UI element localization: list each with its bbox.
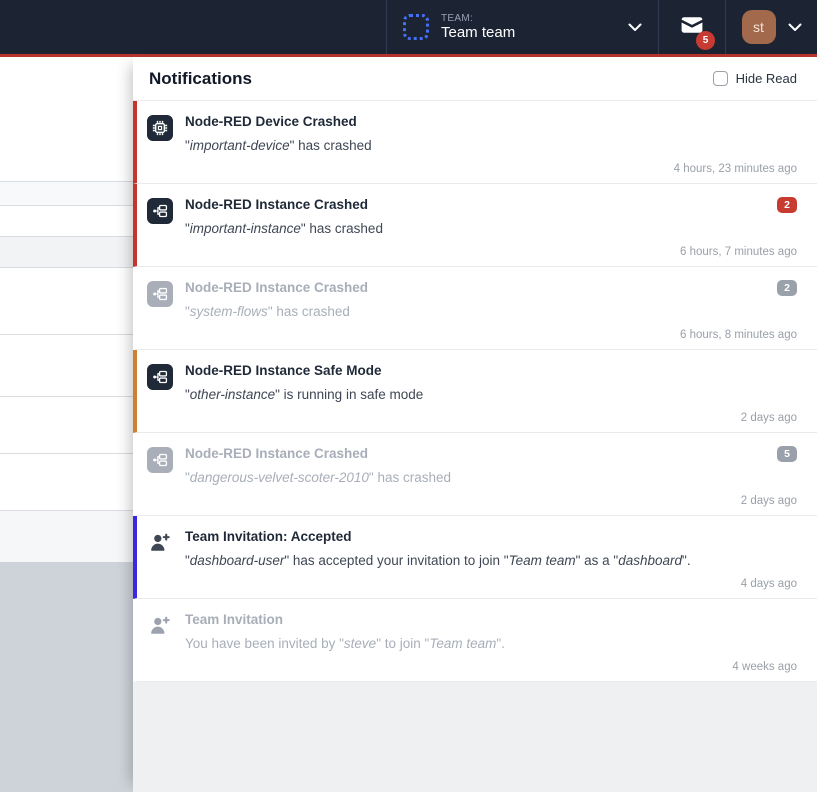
notification-timestamp: 2 days ago [741,495,797,507]
notification-title: Team Invitation [185,611,505,629]
instance-icon [147,447,173,473]
notification-content: Node-RED Device Crashed "important-device… [185,113,372,175]
user-add-icon [147,530,173,556]
notification-title: Node-RED Device Crashed [185,113,372,131]
notification-title: Node-RED Instance Crashed [185,196,383,214]
notification-item[interactable]: Node-RED Instance Crashed "system-flows" … [133,267,817,350]
notification-content: Node-RED Instance Safe Mode "other-instan… [185,362,423,424]
device-icon [147,115,173,141]
notifications-button[interactable]: 5 [658,0,725,54]
notification-timestamp: 4 weeks ago [732,661,797,673]
avatar: st [742,10,776,44]
notification-timestamp: 6 hours, 7 minutes ago [680,246,797,258]
notification-content: Node-RED Instance Crashed "system-flows" … [185,279,368,341]
chevron-down-icon [788,23,802,32]
notification-title: Node-RED Instance Safe Mode [185,362,423,380]
team-selector-text: TEAM: Team team [441,13,515,42]
notification-item[interactable]: Node-RED Instance Crashed "dangerous-velv… [133,433,817,516]
notification-content: Node-RED Instance Crashed "important-inst… [185,196,383,258]
notification-body: "dangerous-velvet-scoter-2010" has crash… [185,469,451,487]
team-label: TEAM: [441,13,515,25]
instance-icon [147,198,173,224]
team-icon [403,14,429,40]
navbar-spacer [0,0,386,54]
instance-icon [147,281,173,307]
panel-title: Notifications [149,69,252,89]
user-menu[interactable]: st [725,0,817,54]
notification-item[interactable]: Team Invitation: Accepted "dashboard-user… [133,516,817,599]
notification-item[interactable]: Node-RED Instance Crashed "important-inst… [133,184,817,267]
notification-title: Node-RED Instance Crashed [185,279,368,297]
background-page [0,57,133,792]
notification-timestamp: 4 days ago [741,578,797,590]
notification-item[interactable]: Team Invitation You have been invited by … [133,599,817,682]
notification-body: You have been invited by "steve" to join… [185,635,505,653]
hide-read-label: Hide Read [736,71,797,86]
top-navbar: TEAM: Team team 5 st [0,0,817,57]
notification-timestamp: 4 hours, 23 minutes ago [674,163,797,175]
notifications-panel-header: Notifications Hide Read [133,57,817,101]
notification-body: "dashboard-user" has accepted your invit… [185,552,691,570]
notification-list: Node-RED Device Crashed "important-device… [133,101,817,682]
notification-content: Node-RED Instance Crashed "dangerous-velv… [185,445,451,507]
notification-count-badge: 2 [777,280,797,296]
notification-body: "important-instance" has crashed [185,220,383,238]
notification-item[interactable]: Node-RED Instance Safe Mode "other-instan… [133,350,817,433]
notification-body: "other-instance" is running in safe mode [185,386,423,404]
unread-count-badge: 5 [696,31,715,50]
notification-item[interactable]: Node-RED Device Crashed "important-device… [133,101,817,184]
notification-body: "system-flows" has crashed [185,303,368,321]
team-name: Team team [441,24,515,41]
notification-content: Team Invitation: Accepted "dashboard-user… [185,528,691,590]
notification-body: "important-device" has crashed [185,137,372,155]
team-selector[interactable]: TEAM: Team team [386,0,658,54]
hide-read-toggle[interactable]: Hide Read [713,71,797,86]
notifications-panel: Notifications Hide Read Node-RED Device … [133,57,817,792]
notification-title: Node-RED Instance Crashed [185,445,451,463]
instance-icon [147,364,173,390]
notification-count-badge: 5 [777,446,797,462]
notification-timestamp: 2 days ago [741,412,797,424]
notification-content: Team Invitation You have been invited by … [185,611,505,673]
notification-count-badge: 2 [777,197,797,213]
user-add-icon [147,613,173,639]
notification-timestamp: 6 hours, 8 minutes ago [680,329,797,341]
hide-read-checkbox[interactable] [713,71,728,86]
chevron-down-icon [628,23,642,32]
notification-title: Team Invitation: Accepted [185,528,691,546]
